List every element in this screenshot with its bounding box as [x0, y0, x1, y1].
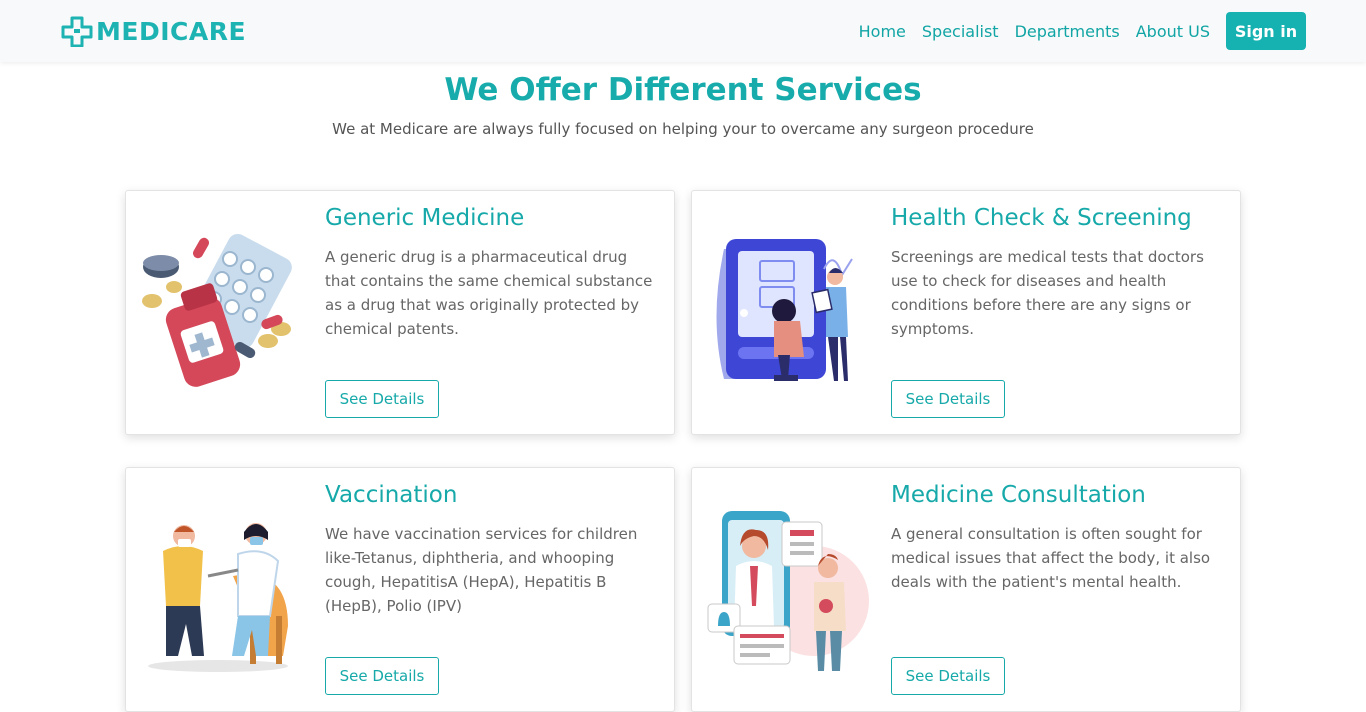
service-title: Medicine Consultation: [891, 482, 1146, 508]
nav-link-specialist[interactable]: Specialist: [922, 22, 999, 41]
service-card-generic-medicine: Generic Medicine A generic drug is a pha…: [125, 190, 675, 435]
pills-bottle-illustration: [142, 233, 292, 387]
service-title: Health Check & Screening: [891, 205, 1192, 231]
service-card-medicine-consultation: Medicine Consultation A general consulta…: [691, 467, 1241, 712]
see-details-button[interactable]: See Details: [891, 380, 1005, 418]
nav-link-about-us[interactable]: About US: [1136, 22, 1210, 41]
service-title: Generic Medicine: [325, 205, 525, 231]
page-title: We Offer Different Services: [444, 72, 922, 108]
nav-link-departments[interactable]: Departments: [1015, 22, 1120, 41]
service-description: A general consultation is often sought f…: [891, 525, 1211, 591]
medical-cross-icon: [61, 16, 93, 47]
nav-link-home[interactable]: Home: [859, 22, 906, 41]
service-card-health-check: Health Check & Screening Screenings are …: [691, 190, 1241, 435]
service-title: Vaccination: [325, 482, 458, 508]
blood-pressure-monitor-illustration: [716, 239, 853, 381]
see-details-button[interactable]: See Details: [325, 657, 439, 695]
nav-links: Home Specialist Departments About US Sig…: [859, 12, 1306, 50]
service-description: A generic drug is a pharmaceutical drug …: [325, 248, 653, 338]
see-details-button[interactable]: See Details: [325, 380, 439, 418]
brand-name: MEDICARE: [96, 16, 247, 46]
vaccination-illustration: [148, 523, 288, 672]
service-card-vaccination: Vaccination We have vaccination services…: [125, 467, 675, 712]
service-description: Screenings are medical tests that doctor…: [891, 248, 1204, 338]
brand-logo[interactable]: MEDICARE: [60, 15, 246, 47]
online-consultation-illustration: [707, 511, 869, 671]
top-navbar: MEDICARE Home Specialist Departments Abo…: [0, 0, 1366, 62]
page-subtitle: We at Medicare are always fully focused …: [332, 120, 1034, 138]
see-details-button[interactable]: See Details: [891, 657, 1005, 695]
sign-in-button[interactable]: Sign in: [1226, 12, 1306, 50]
service-description: We have vaccination services for childre…: [325, 525, 638, 615]
